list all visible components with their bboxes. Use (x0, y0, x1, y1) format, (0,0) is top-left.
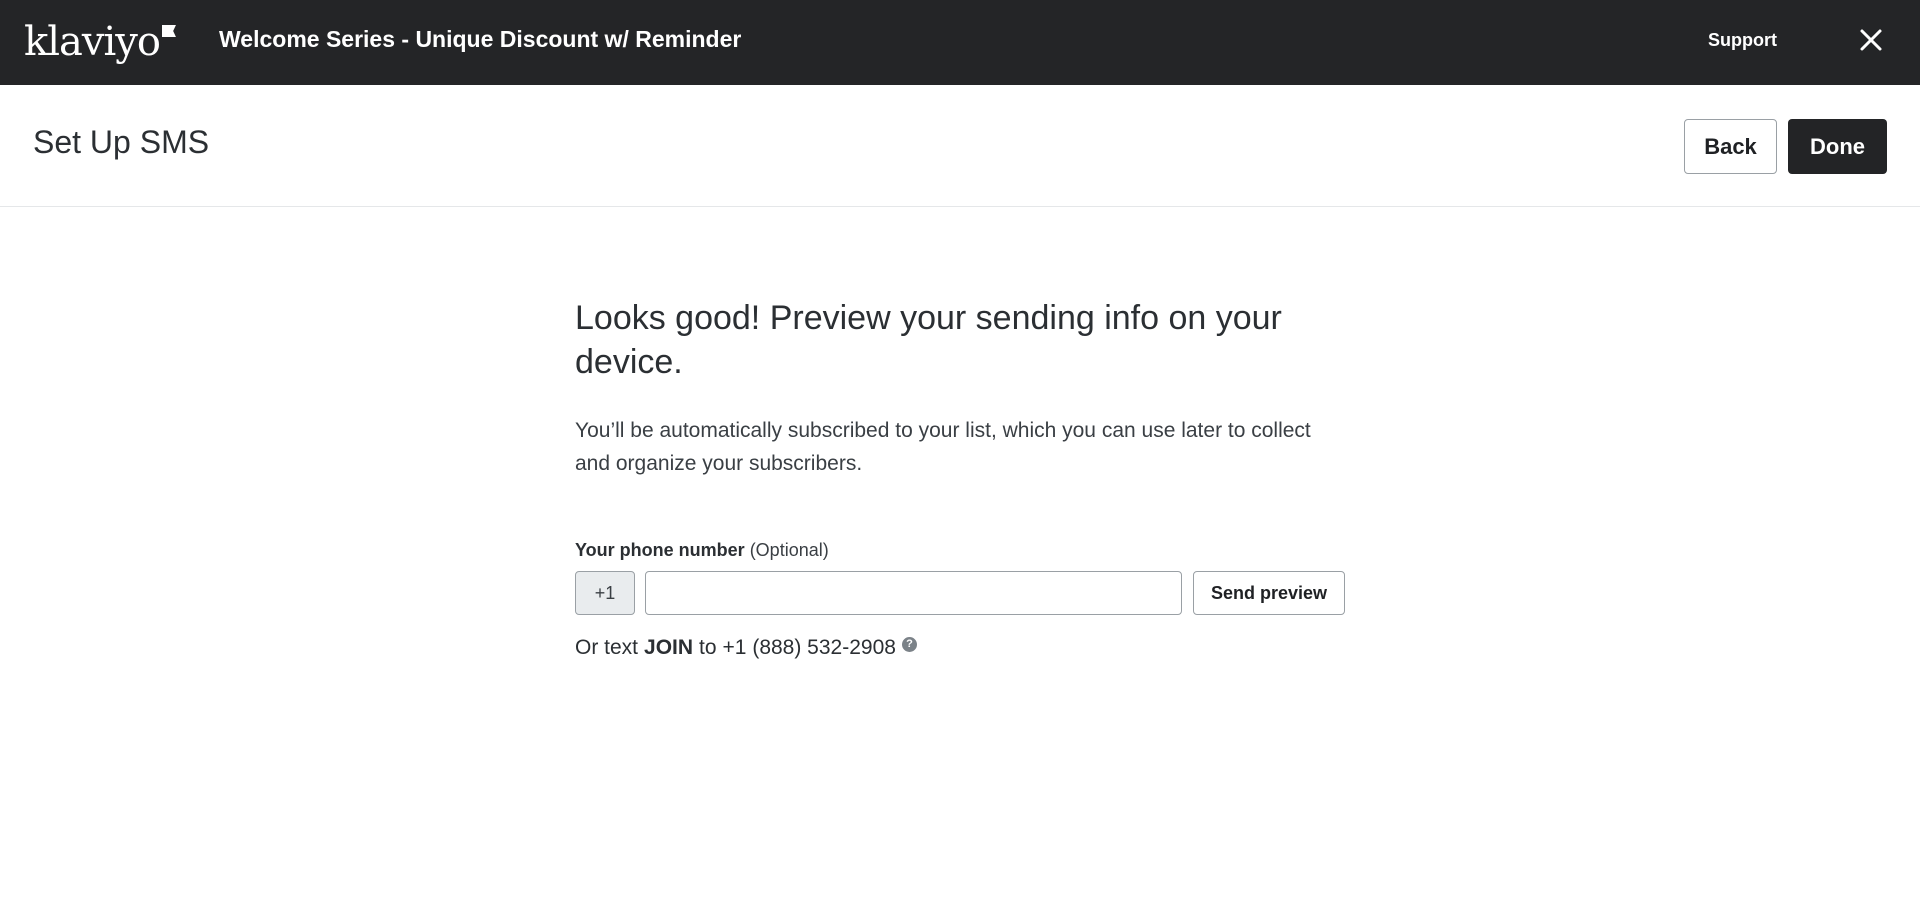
klaviyo-logo[interactable]: klaviyo (24, 14, 176, 70)
phone-label-optional: (Optional) (749, 540, 829, 560)
question-circle-icon[interactable]: ? (901, 636, 917, 652)
top-bar: klaviyo Welcome Series - Unique Discount… (0, 0, 1920, 85)
join-keyword: JOIN (644, 636, 694, 659)
send-preview-button[interactable]: Send preview (1193, 571, 1345, 615)
sms-number: +1 (888) 532-2908 (722, 636, 896, 659)
sub-header: Set Up SMS Back Done (0, 85, 1920, 207)
page-title: Set Up SMS (33, 124, 210, 160)
preview-description: You’ll be automatically subscribed to yo… (575, 419, 1311, 475)
main-content: Looks good! Preview your sending info on… (575, 296, 1375, 480)
close-icon (1860, 29, 1882, 51)
country-code-prefix: +1 (575, 571, 635, 615)
close-button[interactable] (1855, 24, 1887, 56)
back-button[interactable]: Back (1684, 119, 1777, 174)
flow-title: Welcome Series - Unique Discount w/ Remi… (219, 26, 742, 52)
alt-middle: to (699, 636, 717, 659)
preview-heading: Looks good! Preview your sending info on… (575, 299, 1282, 381)
support-link[interactable]: Support (1708, 30, 1777, 51)
phone-label-text: Your phone number (575, 540, 745, 560)
logo-text: klaviyo (24, 19, 161, 65)
phone-field-label: Your phone number (Optional) (575, 540, 829, 561)
logo-flag-icon (161, 25, 176, 37)
alt-prefix: Or text (575, 636, 639, 659)
done-button[interactable]: Done (1788, 119, 1887, 174)
phone-number-input[interactable] (645, 571, 1182, 615)
text-join-instructions: Or text JOIN to +1 (888) 532-2908 ? (575, 636, 917, 660)
